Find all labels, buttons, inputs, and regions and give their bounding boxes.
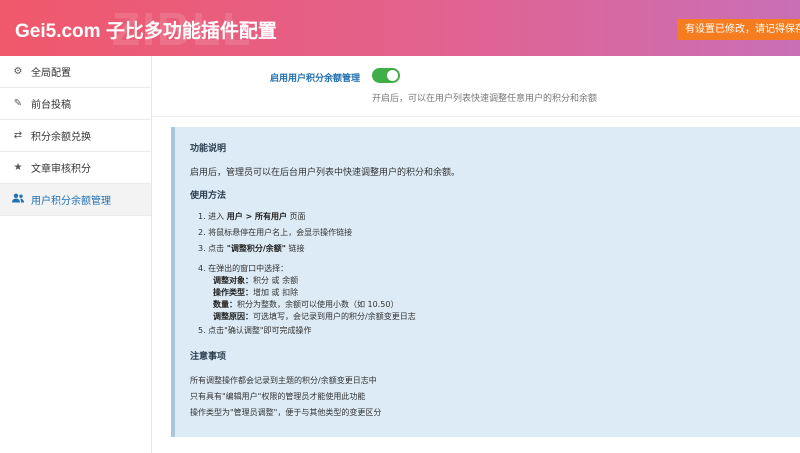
sub-target: 调整对象：积分 或 余额 — [213, 276, 299, 285]
sidebar-item-points-exchange[interactable]: ⇄ 积分余额兑换 — [0, 120, 151, 152]
sidebar: ⚙ 全局配置 ✎ 前台投稿 ⇄ 积分余额兑换 ★ 文章审核积分 用户积分余额管理 — [0, 56, 152, 453]
info-panel: 功能说明 启用后，管理员可以在后台用户列表中快速调整用户的积分和余额。 使用方法… — [171, 127, 800, 437]
sidebar-item-label: 积分余额兑换 — [31, 132, 91, 143]
sub-amount: 数量：积分为整数，余额可以使用小数（如 10.50） — [213, 300, 399, 309]
step-2: 2. 将鼠标悬停在用户名上，会显示操作链接 — [198, 228, 353, 237]
main-content: 启用用户积分余额管理 开启后，可以在用户列表快速调整任意用户的积分和余额 功能说… — [152, 56, 800, 453]
usage-steps: 1. 进入 用户 > 所有用户 页面 2. 将鼠标悬停在用户名上，会显示操作链接… — [190, 211, 800, 337]
function-description: 启用后，管理员可以在后台用户列表中快速调整用户的积分和余额。 — [190, 168, 461, 178]
sidebar-item-user-points-management[interactable]: 用户积分余额管理 — [0, 184, 151, 216]
edit-icon: ✎ — [13, 98, 23, 109]
users-icon — [12, 193, 24, 206]
divider — [152, 116, 800, 117]
step-1-bold: 用户 > 所有用户 — [226, 212, 287, 221]
note-2: 只有具有"编辑用户"权限的管理员才能使用此功能 — [190, 392, 366, 401]
header-bar: ZIBLL Gei5.com 子比多功能插件配置 有设置已修改，请记得保存！ — [0, 0, 800, 56]
function-heading: 功能说明 — [190, 144, 227, 154]
note-1: 所有调整操作都会记录到主题的积分/余额变更日志中 — [190, 376, 377, 385]
setting-description: 开启后，可以在用户列表快速调整任意用户的积分和余额 — [372, 94, 598, 104]
star-icon: ★ — [13, 162, 23, 173]
notes-heading: 注意事项 — [190, 352, 227, 362]
sidebar-item-label: 前台投稿 — [31, 100, 71, 111]
sidebar-item-label: 全局配置 — [31, 68, 71, 79]
exchange-icon: ⇄ — [13, 130, 23, 141]
save-reminder-badge[interactable]: 有设置已修改，请记得保存！ — [677, 19, 800, 40]
sidebar-item-label: 用户积分余额管理 — [31, 196, 111, 207]
step-3: 3. 点击 "调整积分/余额" 链接 — [198, 244, 305, 253]
usage-heading: 使用方法 — [190, 191, 227, 201]
step-4: 4. 在弹出的窗口中选择： — [198, 264, 289, 273]
enable-management-toggle[interactable] — [372, 68, 400, 83]
toggle-knob — [387, 70, 398, 81]
step-3-bold: "调整积分/余额" — [226, 244, 286, 253]
sidebar-item-review-points[interactable]: ★ 文章审核积分 — [0, 152, 151, 184]
step-1: 1. 进入 用户 > 所有用户 页面 — [198, 212, 306, 221]
page-title: Gei5.com 子比多功能插件配置 — [15, 21, 277, 42]
sidebar-item-global-config[interactable]: ⚙ 全局配置 — [0, 56, 151, 88]
sub-reason: 调整原因：可选填写，会记录到用户的积分/余额变更日志 — [213, 312, 416, 321]
step-5: 5. 点击"确认调整"即可完成操作 — [198, 326, 312, 335]
sidebar-item-label: 文章审核积分 — [31, 164, 91, 175]
sidebar-item-frontend-submission[interactable]: ✎ 前台投稿 — [0, 88, 151, 120]
sub-operation: 操作类型：增加 或 扣除 — [213, 288, 299, 297]
setting-label: 启用用户积分余额管理 — [269, 74, 360, 84]
setting-row-enable-management: 启用用户积分余额管理 开启后，可以在用户列表快速调整任意用户的积分和余额 — [152, 66, 800, 106]
note-3: 操作类型为"管理员调整"，便于与其他类型的变更区分 — [190, 408, 382, 417]
gear-icon: ⚙ — [13, 66, 23, 77]
